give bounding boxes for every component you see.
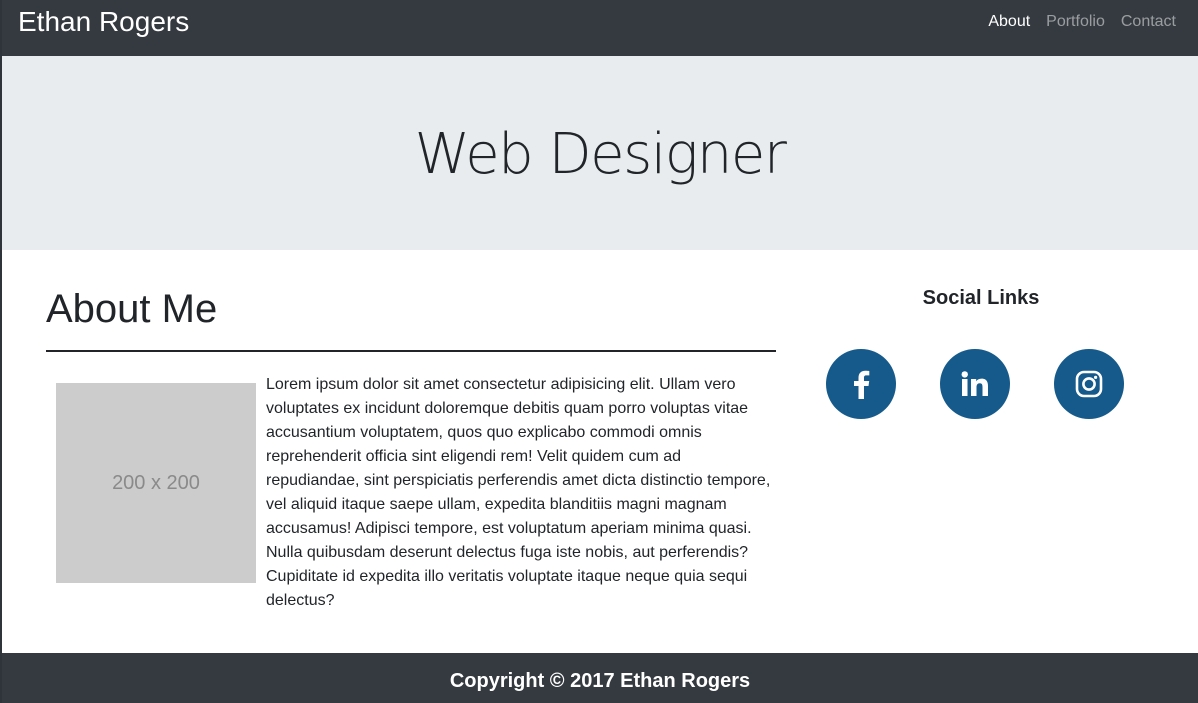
about-divider <box>46 350 776 352</box>
about-heading: About Me <box>46 287 218 331</box>
nav-link-contact[interactable]: Contact <box>1121 12 1176 32</box>
social-links-title: Social Links <box>922 287 1040 309</box>
jumbotron: Web Designer <box>2 56 1198 250</box>
footer: Copyright © 2017 Ethan Rogers <box>2 653 1198 703</box>
facebook-icon <box>851 369 871 399</box>
instagram-icon <box>1075 370 1103 398</box>
nav-links: About Portfolio Contact <box>988 12 1176 32</box>
navbar: Ethan Rogers About Portfolio Contact <box>2 0 1198 56</box>
linkedin-link[interactable] <box>940 349 1010 419</box>
nav-link-portfolio[interactable]: Portfolio <box>1046 12 1105 32</box>
about-text: Lorem ipsum dolor sit amet consectetur a… <box>266 376 771 609</box>
linkedin-icon <box>961 371 989 397</box>
brand-link[interactable]: Ethan Rogers <box>18 6 189 38</box>
nav-link-about[interactable]: About <box>988 12 1030 32</box>
facebook-link[interactable] <box>826 349 896 419</box>
placeholder-label: 200 x 200 <box>112 471 200 494</box>
instagram-link[interactable] <box>1054 349 1124 419</box>
footer-copyright: Copyright © 2017 Ethan Rogers <box>449 670 751 692</box>
profile-image-placeholder: 200 x 200 <box>56 383 256 583</box>
jumbotron-title: Web Designer <box>414 122 787 187</box>
